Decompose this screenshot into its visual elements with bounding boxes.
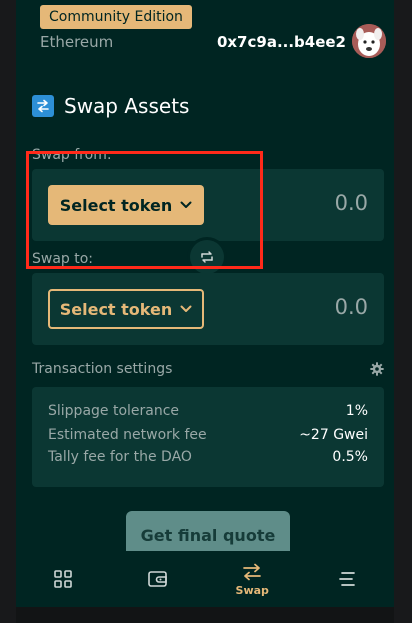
menu-icon bbox=[338, 572, 355, 586]
setting-row-network-fee: Estimated network fee ~27 Gwei bbox=[48, 425, 368, 445]
transaction-settings-label: Transaction settings bbox=[32, 361, 173, 377]
swap-from-amount[interactable]: 0.0 bbox=[335, 191, 368, 215]
account-address[interactable]: 0x7c9a...b4ee2 bbox=[217, 33, 346, 51]
grid-icon bbox=[54, 570, 73, 588]
swap-to-label: Swap to: bbox=[32, 251, 94, 267]
swap-to-box: Select token 0.0 bbox=[32, 273, 384, 345]
page-title: Swap Assets bbox=[64, 94, 190, 118]
wallet-icon bbox=[147, 571, 167, 587]
gear-icon[interactable] bbox=[370, 362, 384, 376]
window-left-gutter bbox=[0, 0, 16, 623]
chevron-down-icon bbox=[180, 305, 192, 312]
network-selector[interactable]: Ethereum bbox=[40, 33, 113, 51]
window-right-gutter bbox=[394, 0, 412, 623]
setting-row-slippage: Slippage tolerance 1% bbox=[48, 401, 368, 421]
swap-arrows-icon bbox=[32, 95, 54, 117]
extension-popup: Community Edition Ethereum 0x7c9a...b4ee… bbox=[16, 0, 394, 607]
setting-value: 0.5% bbox=[332, 449, 368, 465]
select-from-token-button[interactable]: Select token bbox=[48, 185, 204, 225]
swap-icon bbox=[243, 563, 262, 580]
select-to-token-label: Select token bbox=[59, 299, 173, 319]
setting-value: 1% bbox=[345, 403, 368, 419]
nav-item-swap[interactable]: Swap bbox=[222, 551, 282, 607]
setting-value: ~27 Gwei bbox=[299, 427, 368, 443]
transaction-settings-panel: Slippage tolerance 1% Estimated network … bbox=[32, 387, 384, 487]
swap-from-label: Swap from: bbox=[32, 147, 112, 163]
nav-item-wallet[interactable] bbox=[128, 551, 188, 607]
swap-to-amount[interactable]: 0.0 bbox=[335, 295, 368, 319]
switch-arrows-icon bbox=[201, 251, 213, 263]
bottom-nav: Swap bbox=[16, 551, 394, 607]
select-to-token-button[interactable]: Select token bbox=[48, 289, 204, 329]
setting-label: Slippage tolerance bbox=[48, 403, 180, 419]
nav-item-menu[interactable] bbox=[317, 551, 377, 607]
nav-label-swap: Swap bbox=[235, 583, 269, 597]
select-from-token-label: Select token bbox=[59, 195, 173, 215]
edition-badge: Community Edition bbox=[40, 5, 192, 29]
setting-label: Tally fee for the DAO bbox=[48, 449, 192, 465]
nav-item-overview[interactable] bbox=[33, 551, 93, 607]
swap-header: Swap Assets bbox=[32, 94, 189, 118]
setting-label: Estimated network fee bbox=[48, 427, 207, 443]
switch-direction-button[interactable] bbox=[190, 240, 224, 274]
account-avatar[interactable] bbox=[352, 24, 386, 58]
chevron-down-icon bbox=[180, 201, 192, 208]
swap-from-box: Select token 0.0 bbox=[32, 169, 384, 241]
setting-row-dao-fee: Tally fee for the DAO 0.5% bbox=[48, 447, 368, 467]
